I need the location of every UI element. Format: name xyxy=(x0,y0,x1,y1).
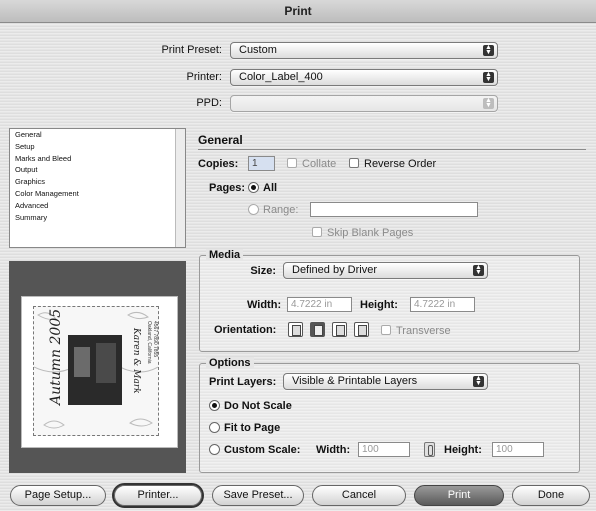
copies-field[interactable]: 1 xyxy=(248,156,275,171)
artwork-title-text: Autumn 2005 xyxy=(48,308,64,405)
pages-range-label: Range: xyxy=(263,204,299,216)
fit-to-page-radio[interactable] xyxy=(209,422,220,433)
constrain-proportions-icon[interactable] xyxy=(424,442,435,457)
popup-arrows-icon: ▲ ▼ xyxy=(473,375,484,387)
print-layers-value: Visible & Printable Layers xyxy=(292,375,418,387)
media-height-field[interactable]: 4.7222 in xyxy=(410,297,475,312)
print-preset-value: Custom xyxy=(239,44,277,56)
options-group-title: Options xyxy=(206,357,254,369)
popup-arrows-icon: ▲ ▼ xyxy=(483,44,494,56)
collate-label: Collate xyxy=(302,158,337,170)
popup-arrows-icon: ▲ ▼ xyxy=(483,71,494,83)
scale-width-field[interactable]: 100 xyxy=(358,442,410,457)
section-item-setup[interactable]: Setup xyxy=(10,141,185,153)
pages-range-radio[interactable] xyxy=(248,204,259,215)
ppd-label: PPD: xyxy=(196,97,222,109)
do-not-scale-label: Do Not Scale xyxy=(224,400,292,412)
transverse-label: Transverse xyxy=(396,325,451,337)
transverse-checkbox[interactable] xyxy=(381,325,391,335)
section-item-output[interactable]: Output xyxy=(10,164,185,176)
scale-height-label: Height: xyxy=(444,444,482,456)
printer-value: Color_Label_400 xyxy=(239,71,323,83)
media-size-value: Defined by Driver xyxy=(292,264,377,276)
section-item-graphics[interactable]: Graphics xyxy=(10,176,185,188)
skip-blank-pages-checkbox[interactable] xyxy=(312,227,322,237)
artwork-number-text: 4567 7890 7855 xyxy=(152,321,158,358)
section-item-summary[interactable]: Summary xyxy=(10,212,185,224)
collate-checkbox[interactable] xyxy=(287,158,297,168)
section-item-advanced[interactable]: Advanced xyxy=(10,200,185,212)
cancel-button[interactable]: Cancel xyxy=(312,485,406,506)
list-scrollbar[interactable] xyxy=(175,129,185,247)
media-width-field[interactable]: 4.7222 in xyxy=(287,297,352,312)
orientation-label: Orientation: xyxy=(214,324,277,336)
window-title-bar: Print xyxy=(0,0,596,23)
print-button[interactable]: Print xyxy=(414,485,504,506)
media-height-label: Height: xyxy=(360,299,398,311)
orientation-portrait-icon[interactable] xyxy=(288,322,303,337)
section-item-color-management[interactable]: Color Management xyxy=(10,188,185,200)
pages-all-label: All xyxy=(263,182,278,194)
general-section-title: General xyxy=(198,133,243,147)
printer-label: Printer: xyxy=(186,71,222,83)
orientation-reverse-portrait-icon[interactable] xyxy=(332,322,347,337)
media-width-label: Width: xyxy=(247,299,282,311)
pages-range-field[interactable] xyxy=(310,202,478,217)
do-not-scale-radio[interactable] xyxy=(209,400,220,411)
section-item-general[interactable]: General xyxy=(10,129,185,141)
media-size-popup[interactable]: Defined by Driver ▲ ▼ xyxy=(283,262,488,279)
reverse-order-checkbox[interactable] xyxy=(349,158,359,168)
done-button[interactable]: Done xyxy=(512,485,590,506)
copies-label: Copies: xyxy=(198,158,239,170)
ppd-popup[interactable]: ▲ ▼ xyxy=(230,95,498,112)
print-layers-popup[interactable]: Visible & Printable Layers ▲ ▼ xyxy=(283,373,488,390)
section-list[interactable]: General Setup Marks and Bleed Output Gra… xyxy=(9,128,186,248)
orientation-landscape-icon[interactable] xyxy=(310,322,325,337)
custom-scale-label: Custom Scale: xyxy=(224,444,301,456)
preview-label-artwork: Autumn 2005 Karen & Mark Oakland, Califo… xyxy=(33,306,159,436)
pages-all-radio[interactable] xyxy=(248,182,259,193)
media-size-label: Size: xyxy=(250,265,276,277)
pages-label: Pages: xyxy=(209,182,246,194)
save-preset-button[interactable]: Save Preset... xyxy=(212,485,304,506)
skip-blank-pages-label: Skip Blank Pages xyxy=(327,227,414,239)
artwork-names-text: Karen & Mark xyxy=(131,328,141,394)
popup-arrows-icon: ▲ ▼ xyxy=(483,97,494,109)
print-preset-label: Print Preset: xyxy=(161,44,222,56)
general-divider xyxy=(198,149,586,150)
printer-popup[interactable]: Color_Label_400 ▲ ▼ xyxy=(230,69,498,86)
popup-arrows-icon: ▲ ▼ xyxy=(473,264,484,276)
orientation-reverse-landscape-icon[interactable] xyxy=(354,322,369,337)
media-group-title: Media xyxy=(206,249,244,261)
section-item-marks-and-bleed[interactable]: Marks and Bleed xyxy=(10,153,185,165)
window-title: Print xyxy=(284,4,312,18)
scale-height-field[interactable]: 100 xyxy=(492,442,544,457)
custom-scale-radio[interactable] xyxy=(209,444,220,455)
scale-width-label: Width: xyxy=(316,444,351,456)
reverse-order-label: Reverse Order xyxy=(364,158,437,170)
print-layers-label: Print Layers: xyxy=(209,376,277,388)
page-setup-button[interactable]: Page Setup... xyxy=(10,485,106,506)
print-preset-popup[interactable]: Custom ▲ ▼ xyxy=(230,42,498,59)
fit-to-page-label: Fit to Page xyxy=(224,422,281,434)
printer-button[interactable]: Printer... xyxy=(112,483,204,508)
